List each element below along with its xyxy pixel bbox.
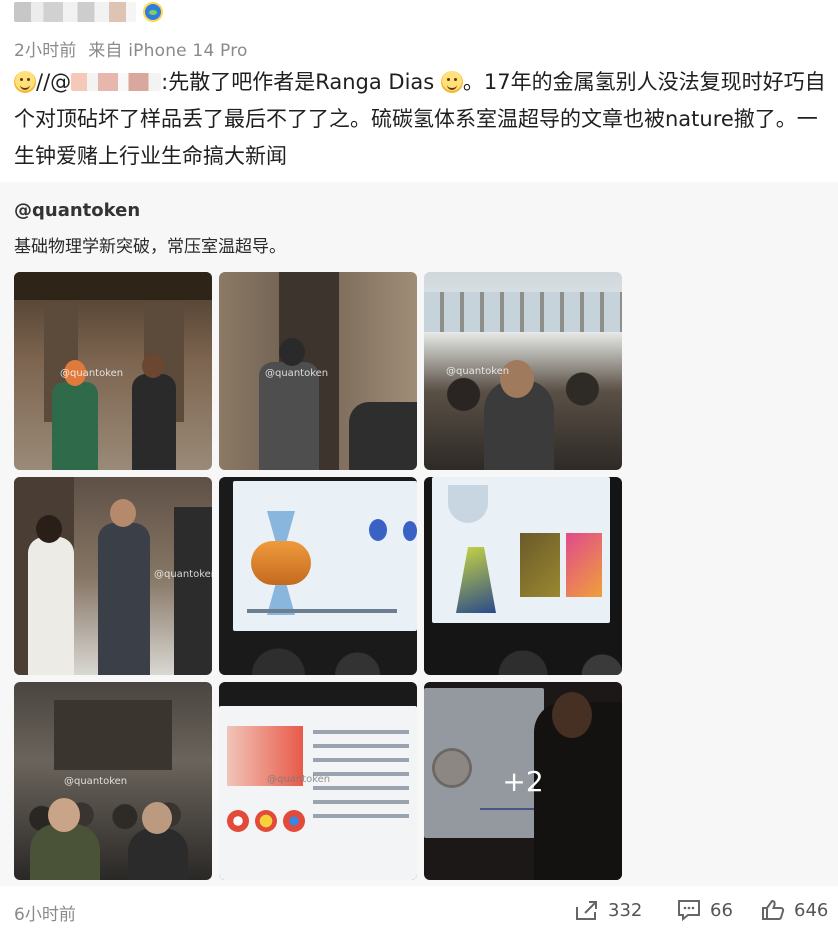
share-count: 332: [608, 899, 643, 921]
watermark: @quantoken: [446, 366, 510, 377]
blurred-username[interactable]: [14, 2, 136, 22]
post-header: [0, 0, 838, 28]
watermark: @quantoken: [154, 569, 212, 580]
more-photos-overlay[interactable]: +2: [424, 682, 622, 880]
post-text-prefix: //@: [36, 70, 72, 94]
post-footer: 6小时前 332 66 646: [0, 886, 838, 936]
emoji-icon: [440, 71, 463, 93]
photo-thumbnail[interactable]: @quantoken: [219, 272, 417, 470]
photo-thumbnail[interactable]: [219, 477, 417, 675]
repost-time: 6小时前: [14, 905, 76, 925]
watermark: @quantoken: [265, 368, 329, 379]
like-icon: [760, 898, 786, 922]
post-source: 来自 iPhone 14 Pro: [88, 41, 248, 61]
repost-card[interactable]: @quantoken 基础物理学新突破，常压室温超导。 @quantoken @…: [0, 182, 838, 886]
comment-icon: [676, 898, 702, 922]
watermark: @quantoken: [267, 774, 331, 785]
photo-thumbnail[interactable]: @quantoken: [14, 682, 212, 880]
slide-image: [219, 706, 417, 880]
slide-image: [233, 481, 417, 631]
like-button[interactable]: 646: [760, 898, 828, 922]
repost-text: 基础物理学新突破，常压室温超导。: [14, 237, 286, 257]
more-photos-count: +2: [502, 764, 544, 798]
blurred-mention[interactable]: [71, 73, 162, 91]
post-meta: 2小时前 来自 iPhone 14 Pro: [14, 36, 254, 61]
verified-badge-icon: [143, 2, 163, 22]
photo-thumbnail[interactable]: @quantoken: [424, 272, 622, 470]
photo-grid: @quantoken @quantoken @quantoken @quanto…: [14, 272, 622, 880]
emoji-icon: [14, 71, 36, 93]
watermark: @quantoken: [60, 368, 124, 379]
post-body: //@:先散了吧作者是Ranga Dias 。17年的金属氢别人没法复现时好巧自…: [14, 64, 826, 175]
post-text-main: :先散了吧作者是Ranga Dias: [161, 70, 435, 94]
photo-thumbnail[interactable]: @quantoken: [14, 272, 212, 470]
repost-username[interactable]: @quantoken: [14, 200, 140, 221]
photo-thumbnail[interactable]: @quantoken: [14, 477, 212, 675]
comment-button[interactable]: 66: [676, 898, 733, 922]
post-time: 2小时前: [14, 41, 77, 61]
share-icon: [574, 898, 600, 922]
photo-thumbnail[interactable]: @quantoken: [219, 682, 417, 880]
slide-image: [432, 477, 610, 623]
watermark: @quantoken: [64, 776, 128, 787]
photo-thumbnail[interactable]: [424, 477, 622, 675]
photo-thumbnail[interactable]: +2: [424, 682, 622, 880]
like-count: 646: [794, 899, 829, 921]
share-button[interactable]: 332: [574, 898, 642, 922]
comment-count: 66: [710, 899, 733, 921]
